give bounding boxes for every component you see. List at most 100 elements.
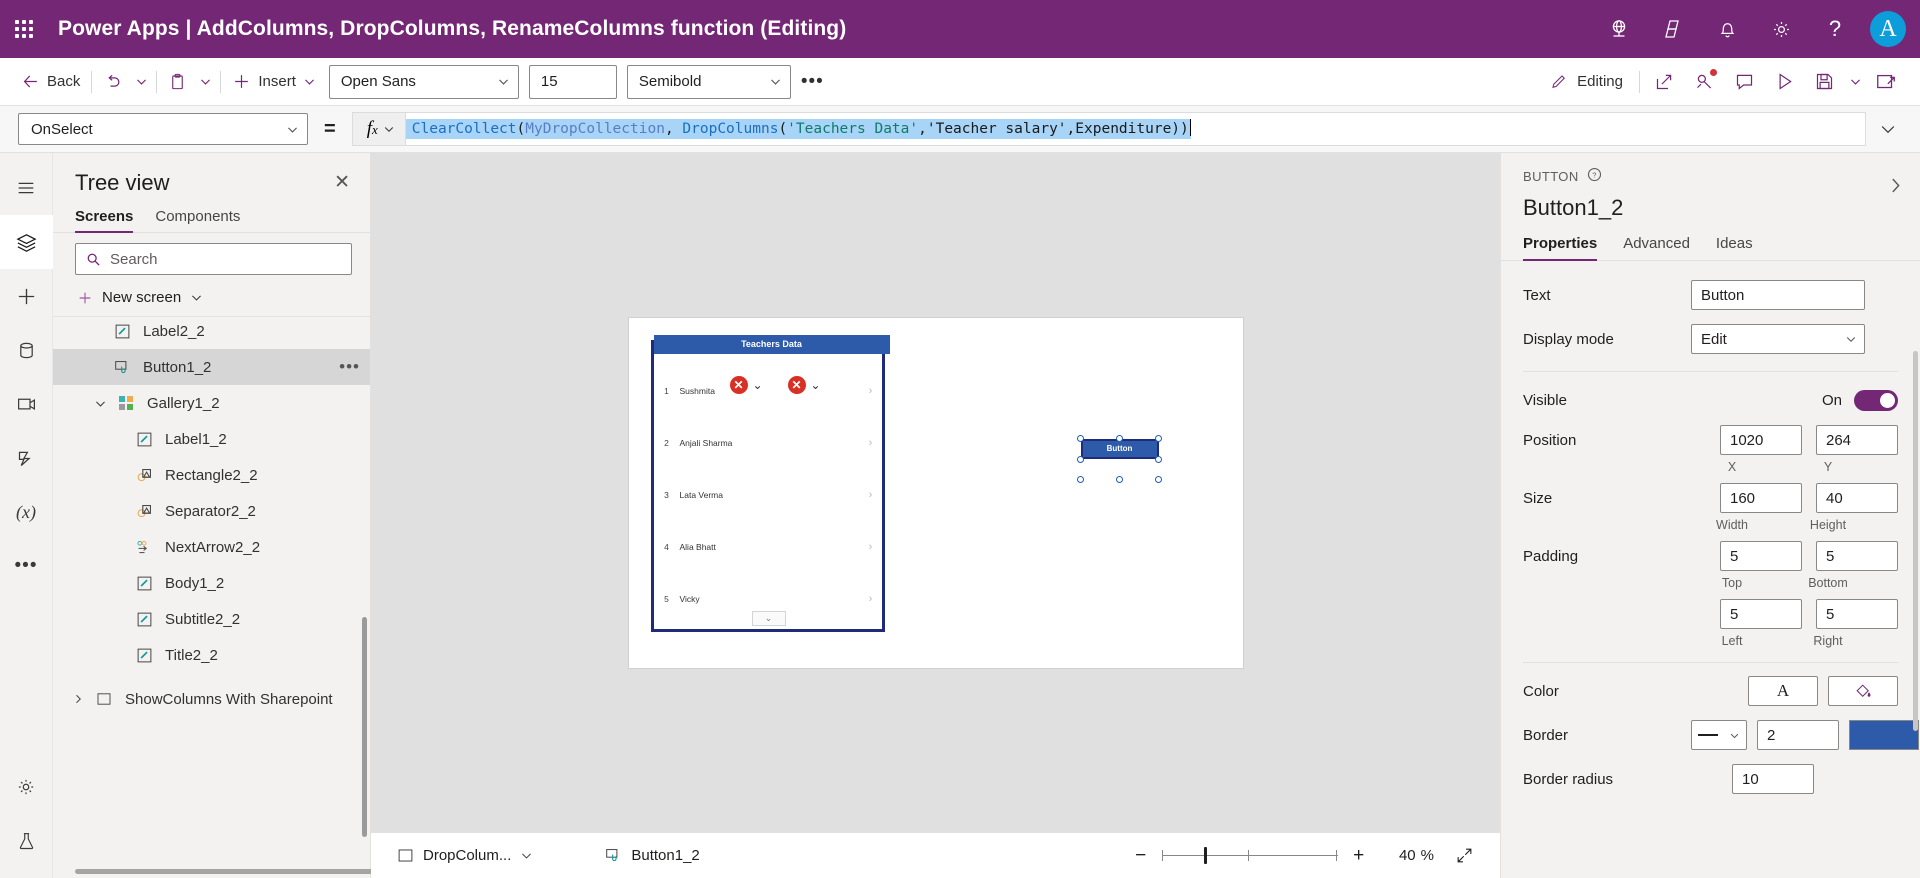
paste-chevron-down-icon[interactable] (194, 66, 216, 98)
formula-expand-chevron-down-icon[interactable] (1866, 119, 1910, 139)
fx-button[interactable]: fx (352, 112, 405, 146)
error-badge[interactable]: ✕ (730, 376, 748, 394)
tree-node-label1-2[interactable]: Label1_2 (53, 421, 370, 457)
padding-bottom-field[interactable]: 5 (1816, 541, 1898, 571)
border-radius-field[interactable]: 10 (1732, 764, 1814, 794)
padding-top-field[interactable]: 5 (1720, 541, 1802, 571)
sidebar-item-insert[interactable] (0, 269, 53, 323)
tree-horizontal-scrollbar[interactable] (75, 869, 375, 874)
new-screen-button[interactable]: New screen (53, 281, 370, 317)
tree-node-rectangle2-2[interactable]: Rectangle2_2 (53, 457, 370, 493)
app-checker-icon[interactable] (1684, 64, 1724, 100)
sidebar-item-tree-view[interactable] (0, 215, 53, 269)
help-icon[interactable]: ? (1808, 0, 1862, 58)
resize-handle[interactable] (1077, 456, 1084, 463)
power-platform-icon[interactable] (1646, 0, 1700, 58)
resize-handle[interactable] (1155, 435, 1162, 442)
fill-color-button[interactable] (1828, 676, 1898, 706)
avatar[interactable]: A (1870, 11, 1906, 47)
preview-play-icon[interactable] (1764, 64, 1804, 100)
border-color-swatch[interactable] (1849, 720, 1919, 750)
sidebar-item-data[interactable] (0, 323, 53, 377)
tab-components[interactable]: Components (155, 208, 240, 232)
globe-icon[interactable] (1592, 0, 1646, 58)
tree-node-body1-2[interactable]: Body1_2 (53, 565, 370, 601)
next-arrow-icon[interactable]: › (860, 489, 882, 501)
gallery-control[interactable]: Teachers Data 1 Sushmita › 2 Anjali Shar… (651, 340, 885, 632)
selected-button-control[interactable]: Button (1081, 439, 1159, 459)
tab-advanced[interactable]: Advanced (1623, 235, 1690, 260)
chevron-right-icon[interactable] (1887, 177, 1904, 199)
visible-toggle[interactable] (1854, 390, 1898, 411)
tree-node-button1-2[interactable]: Button1_2 ••• (53, 349, 370, 385)
slider-thumb[interactable] (1204, 847, 1207, 864)
screen-selector[interactable]: DropColum... (389, 840, 541, 872)
font-size-input[interactable]: 15 (529, 65, 617, 99)
back-button[interactable]: Back (14, 65, 87, 99)
close-icon[interactable]: ✕ (328, 169, 356, 196)
next-arrow-icon[interactable]: › (860, 437, 882, 449)
display-mode-select[interactable]: Edit (1691, 324, 1865, 354)
paste-icon[interactable] (161, 65, 194, 99)
tree-node-label2-2[interactable]: Label2_2 (53, 317, 370, 349)
search-box[interactable] (75, 243, 352, 275)
properties-scrollbar[interactable] (1913, 351, 1918, 731)
tree-node-separator2-2[interactable]: Separator2_2 (53, 493, 370, 529)
bell-icon[interactable] (1700, 0, 1754, 58)
sidebar-item-more[interactable]: ••• (0, 539, 53, 593)
save-icon[interactable] (1804, 64, 1844, 100)
error-chevron-down-icon[interactable]: ⌄ (811, 378, 821, 392)
resize-handle[interactable] (1155, 456, 1162, 463)
size-width-field[interactable]: 160 (1720, 483, 1802, 513)
text-color-button[interactable]: A (1748, 676, 1818, 706)
experimental-icon[interactable] (0, 814, 53, 868)
control-selector[interactable]: Button1_2 (597, 840, 707, 872)
next-arrow-icon[interactable]: › (860, 593, 882, 605)
zoom-slider[interactable] (1162, 841, 1338, 871)
position-y-field[interactable]: 264 (1816, 425, 1898, 455)
gallery-row[interactable]: 3 Lata Verma › (654, 469, 882, 521)
app-screen[interactable]: Teachers Data 1 Sushmita › 2 Anjali Shar… (629, 318, 1243, 668)
tree-node-showcolumns-with-sharepoint[interactable]: ShowColumns With Sharepoint (53, 681, 370, 717)
sidebar-item-power-automate[interactable] (0, 431, 53, 485)
border-style-select[interactable] (1691, 720, 1747, 750)
chevron-down-icon[interactable] (87, 397, 113, 410)
tab-screens[interactable]: Screens (75, 208, 133, 232)
tree-node-more-icon[interactable]: ••• (339, 357, 360, 377)
resize-handle[interactable] (1155, 476, 1162, 483)
tree-node-subtitle2-2[interactable]: Subtitle2_2 (53, 601, 370, 637)
resize-handle[interactable] (1077, 435, 1084, 442)
gallery-scroll-down-button[interactable]: ⌄ (752, 611, 786, 626)
sidebar-item-variables[interactable]: (x) (0, 485, 53, 539)
tab-ideas[interactable]: Ideas (1716, 235, 1753, 260)
next-arrow-icon[interactable]: › (860, 541, 882, 553)
tab-properties[interactable]: Properties (1523, 235, 1597, 260)
app-launcher-waffle-icon[interactable] (0, 0, 48, 58)
fit-screen-icon[interactable] (1446, 840, 1482, 872)
overflow-menu-button[interactable]: ••• (791, 71, 834, 93)
error-badge[interactable]: ✕ (788, 376, 806, 394)
gallery-row[interactable]: 2 Anjali Sharma › (654, 417, 882, 469)
insert-button[interactable]: Insert (225, 65, 323, 99)
next-arrow-icon[interactable]: › (860, 385, 882, 397)
padding-right-field[interactable]: 5 (1816, 599, 1898, 629)
gallery-row[interactable]: 1 Sushmita › (654, 365, 882, 417)
undo-chevron-down-icon[interactable] (130, 66, 152, 98)
error-chevron-down-icon[interactable]: ⌄ (753, 378, 763, 392)
undo-icon[interactable] (96, 65, 130, 99)
gallery-row[interactable]: 4 Alia Bhatt › (654, 521, 882, 573)
help-circle-icon[interactable]: ? (1587, 167, 1602, 185)
position-x-field[interactable]: 1020 (1720, 425, 1802, 455)
hamburger-icon[interactable] (0, 161, 53, 215)
gear-icon[interactable] (1754, 0, 1808, 58)
property-select[interactable]: OnSelect (18, 113, 308, 145)
tree-node-title2-2[interactable]: Title2_2 (53, 637, 370, 673)
zoom-out-button[interactable]: − (1126, 841, 1156, 871)
resize-handle[interactable] (1116, 435, 1123, 442)
sidebar-item-media[interactable] (0, 377, 53, 431)
chevron-right-icon[interactable] (65, 693, 91, 705)
tree-node-nextarrow2-2[interactable]: NextArrow2_2 (53, 529, 370, 565)
zoom-in-button[interactable]: + (1344, 841, 1374, 871)
border-width-field[interactable]: 2 (1757, 720, 1839, 750)
publish-icon[interactable] (1866, 64, 1906, 100)
